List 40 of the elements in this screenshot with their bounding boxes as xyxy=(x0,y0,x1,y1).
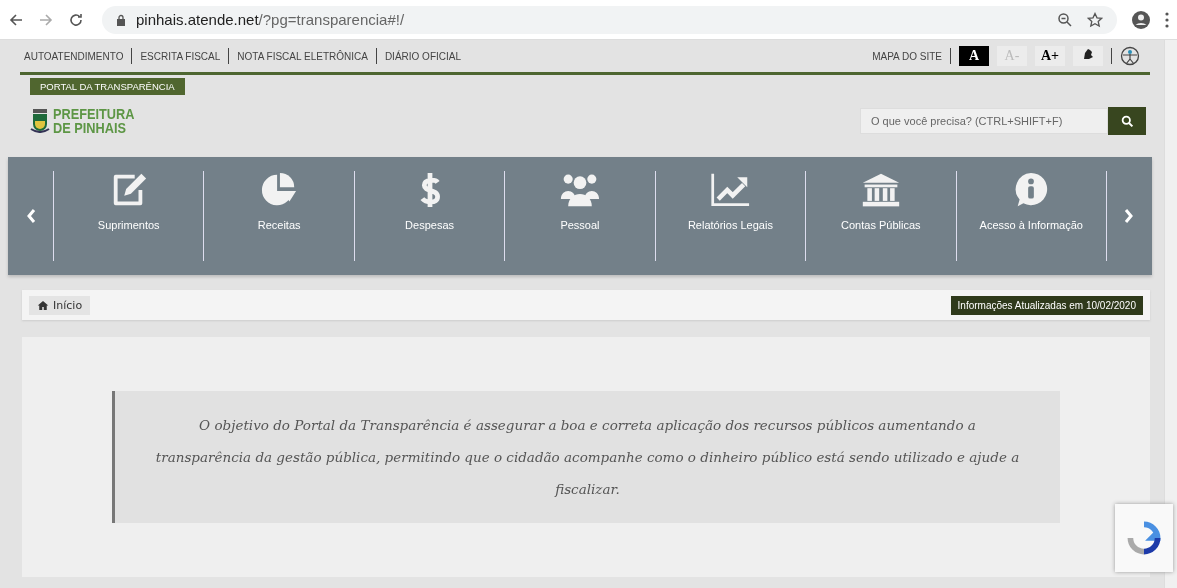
nav-item[interactable]: Pessoal xyxy=(504,171,655,261)
lock-icon xyxy=(116,13,126,26)
zoom-out-icon[interactable] xyxy=(1057,11,1073,28)
back-icon[interactable] xyxy=(8,11,24,28)
accessibility-icon[interactable] xyxy=(1120,46,1140,66)
address-bar[interactable]: pinhais.atende.net/?pg=transparencia#!/ xyxy=(102,5,1117,34)
chevron-right-icon xyxy=(1123,208,1136,224)
top-link[interactable]: AUTOATENDIMENTO xyxy=(24,50,124,62)
mission-quote: O objetivo do Portal da Transparência é assegurar a boa e correta aplicação dos recursos públicos aumentando a transparência da gestão pública, permitindo que o cidadão acompanhe como o dinheiro público está sendo utilizado e ajude a fiscalizar. xyxy=(112,391,1060,523)
portal-tag[interactable]: PORTAL DA TRANSPARÊNCIA xyxy=(30,78,185,95)
nav-item[interactable]: Acesso à Informação xyxy=(955,171,1107,261)
account-icon[interactable] xyxy=(1131,9,1151,30)
nav-item[interactable]: Suprimentos xyxy=(53,171,204,261)
top-link[interactable]: NOTA FISCAL ELETRÔNICA xyxy=(237,50,368,62)
increase-font-button[interactable]: A+ xyxy=(1035,46,1065,66)
menu-icon[interactable] xyxy=(1165,11,1169,28)
update-date-badge: Informações Atualizadas em 10/02/2020 xyxy=(950,295,1143,315)
nav-item[interactable]: Relatórios Legais xyxy=(654,171,806,261)
reload-icon[interactable] xyxy=(68,11,84,28)
sign-language-button[interactable] xyxy=(1073,46,1103,66)
hand-icon xyxy=(1081,47,1095,61)
contrast-button[interactable]: A xyxy=(959,46,989,66)
nav-item[interactable]: Receitas xyxy=(203,171,354,261)
search-icon xyxy=(1120,114,1134,128)
top-link[interactable]: DIÁRIO OFICIAL xyxy=(384,50,461,62)
line-chart-icon xyxy=(710,171,751,209)
search-field[interactable]: O que você precisa? (CTRL+SHIFT+F) xyxy=(860,108,1108,134)
top-link[interactable]: ESCRITA FISCAL xyxy=(140,50,221,62)
chevron-left-icon xyxy=(24,208,37,224)
site-map-link[interactable]: MAPA DO SITE xyxy=(872,50,942,62)
nav-item[interactable]: Despesas xyxy=(353,171,505,261)
url-text: pinhais.atende.net/?pg=transparencia#!/ xyxy=(136,11,405,28)
bank-icon xyxy=(860,171,901,209)
star-icon[interactable] xyxy=(1087,11,1103,28)
scrollbar[interactable] xyxy=(1164,40,1177,588)
home-icon xyxy=(37,299,49,311)
search-button[interactable] xyxy=(1108,107,1146,135)
nav-item[interactable]: Contas Públicas xyxy=(805,171,956,261)
home-breadcrumb[interactable]: Início xyxy=(29,295,91,315)
coat-of-arms-icon xyxy=(30,109,50,133)
